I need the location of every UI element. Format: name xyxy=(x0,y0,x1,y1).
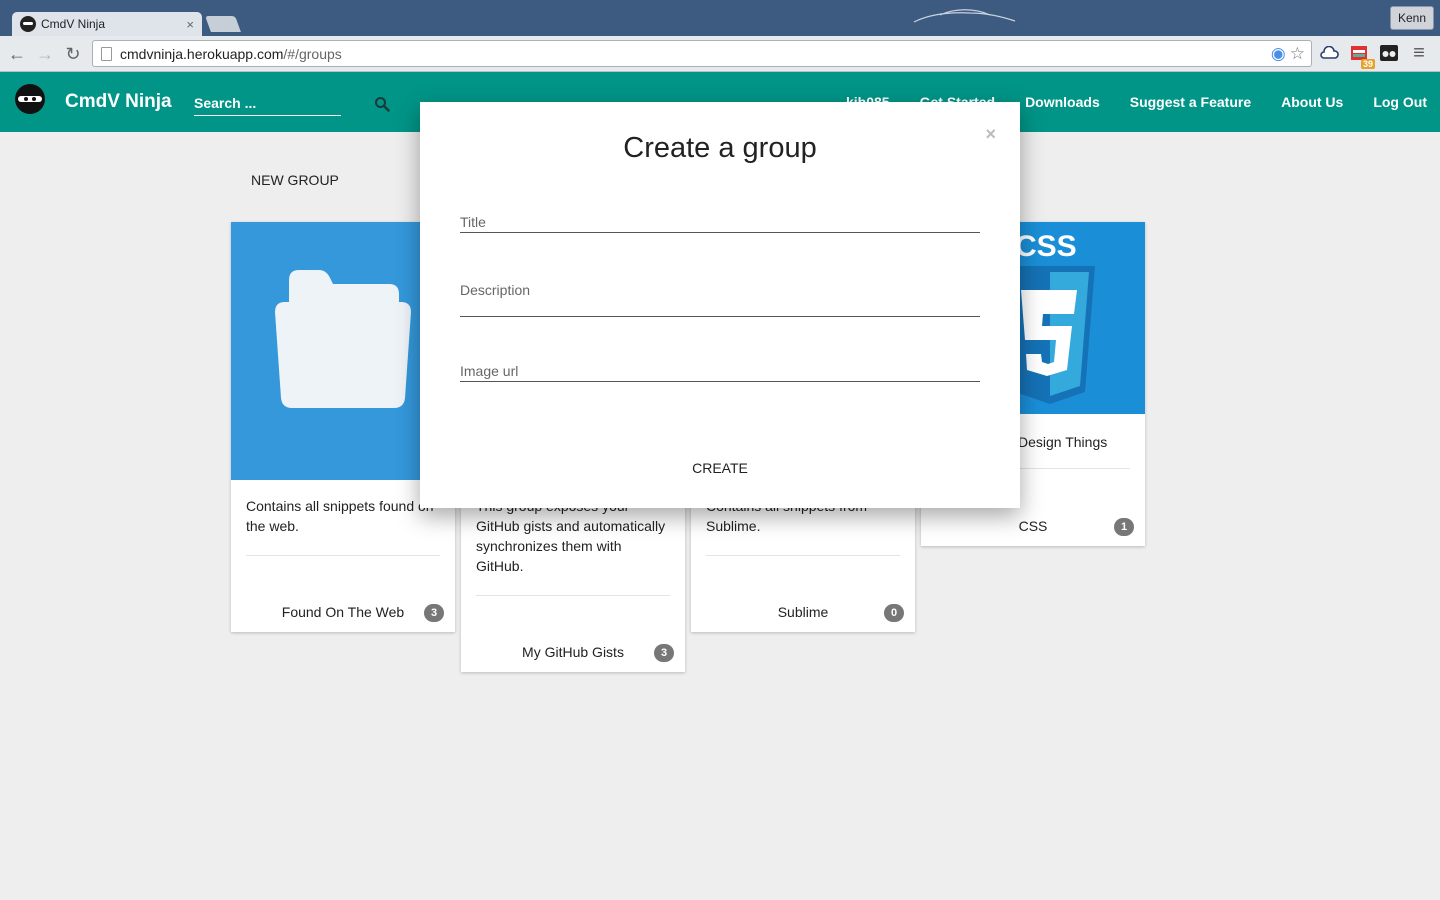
browser-tab[interactable]: CmdV Ninja × xyxy=(12,12,202,36)
create-group-modal: Create a group × CREATE xyxy=(420,102,1020,508)
page-icon xyxy=(101,46,112,61)
profile-button[interactable]: Kenn xyxy=(1389,6,1434,30)
tab-close-icon[interactable]: × xyxy=(186,17,194,32)
browser-tabstrip: CmdV Ninja × Kenn xyxy=(0,0,1440,36)
menu-hamburger-icon[interactable]: ≡ xyxy=(1408,42,1430,64)
cloud-extension-icon[interactable] xyxy=(1318,42,1340,64)
extension-badge: 39 xyxy=(1360,59,1375,69)
incognito-extension-icon[interactable] xyxy=(1378,42,1400,64)
address-bar[interactable]: cmdvninja.herokuapp.com/#/groups ◉ ☆ xyxy=(92,40,1312,67)
calendar-extension-icon[interactable]: 39 xyxy=(1348,42,1375,69)
modal-title: Create a group xyxy=(623,132,817,164)
back-arrow-icon[interactable]: ← xyxy=(7,44,27,64)
title-input[interactable] xyxy=(460,214,980,232)
image-url-input[interactable] xyxy=(460,363,980,381)
url-text: cmdvninja.herokuapp.com/#/groups xyxy=(120,45,342,62)
image-url-field xyxy=(460,363,980,382)
close-icon[interactable]: × xyxy=(985,124,996,145)
tab-title: CmdV Ninja xyxy=(41,17,106,31)
forward-arrow-icon[interactable]: → xyxy=(35,44,55,64)
ninja-favicon-icon xyxy=(20,16,36,32)
create-button[interactable]: CREATE xyxy=(420,460,1020,476)
description-input[interactable] xyxy=(460,282,980,300)
translate-icon[interactable]: ◉ xyxy=(1271,44,1286,63)
new-tab-button[interactable] xyxy=(205,16,241,32)
title-field xyxy=(460,214,980,233)
bookmark-star-icon[interactable]: ☆ xyxy=(1290,44,1305,63)
description-field xyxy=(460,282,980,317)
car-silhouette-icon xyxy=(913,9,1016,23)
reload-icon[interactable]: ↻ xyxy=(63,44,83,64)
browser-toolbar: ← → ↻ cmdvninja.herokuapp.com/#/groups ◉… xyxy=(0,36,1440,72)
